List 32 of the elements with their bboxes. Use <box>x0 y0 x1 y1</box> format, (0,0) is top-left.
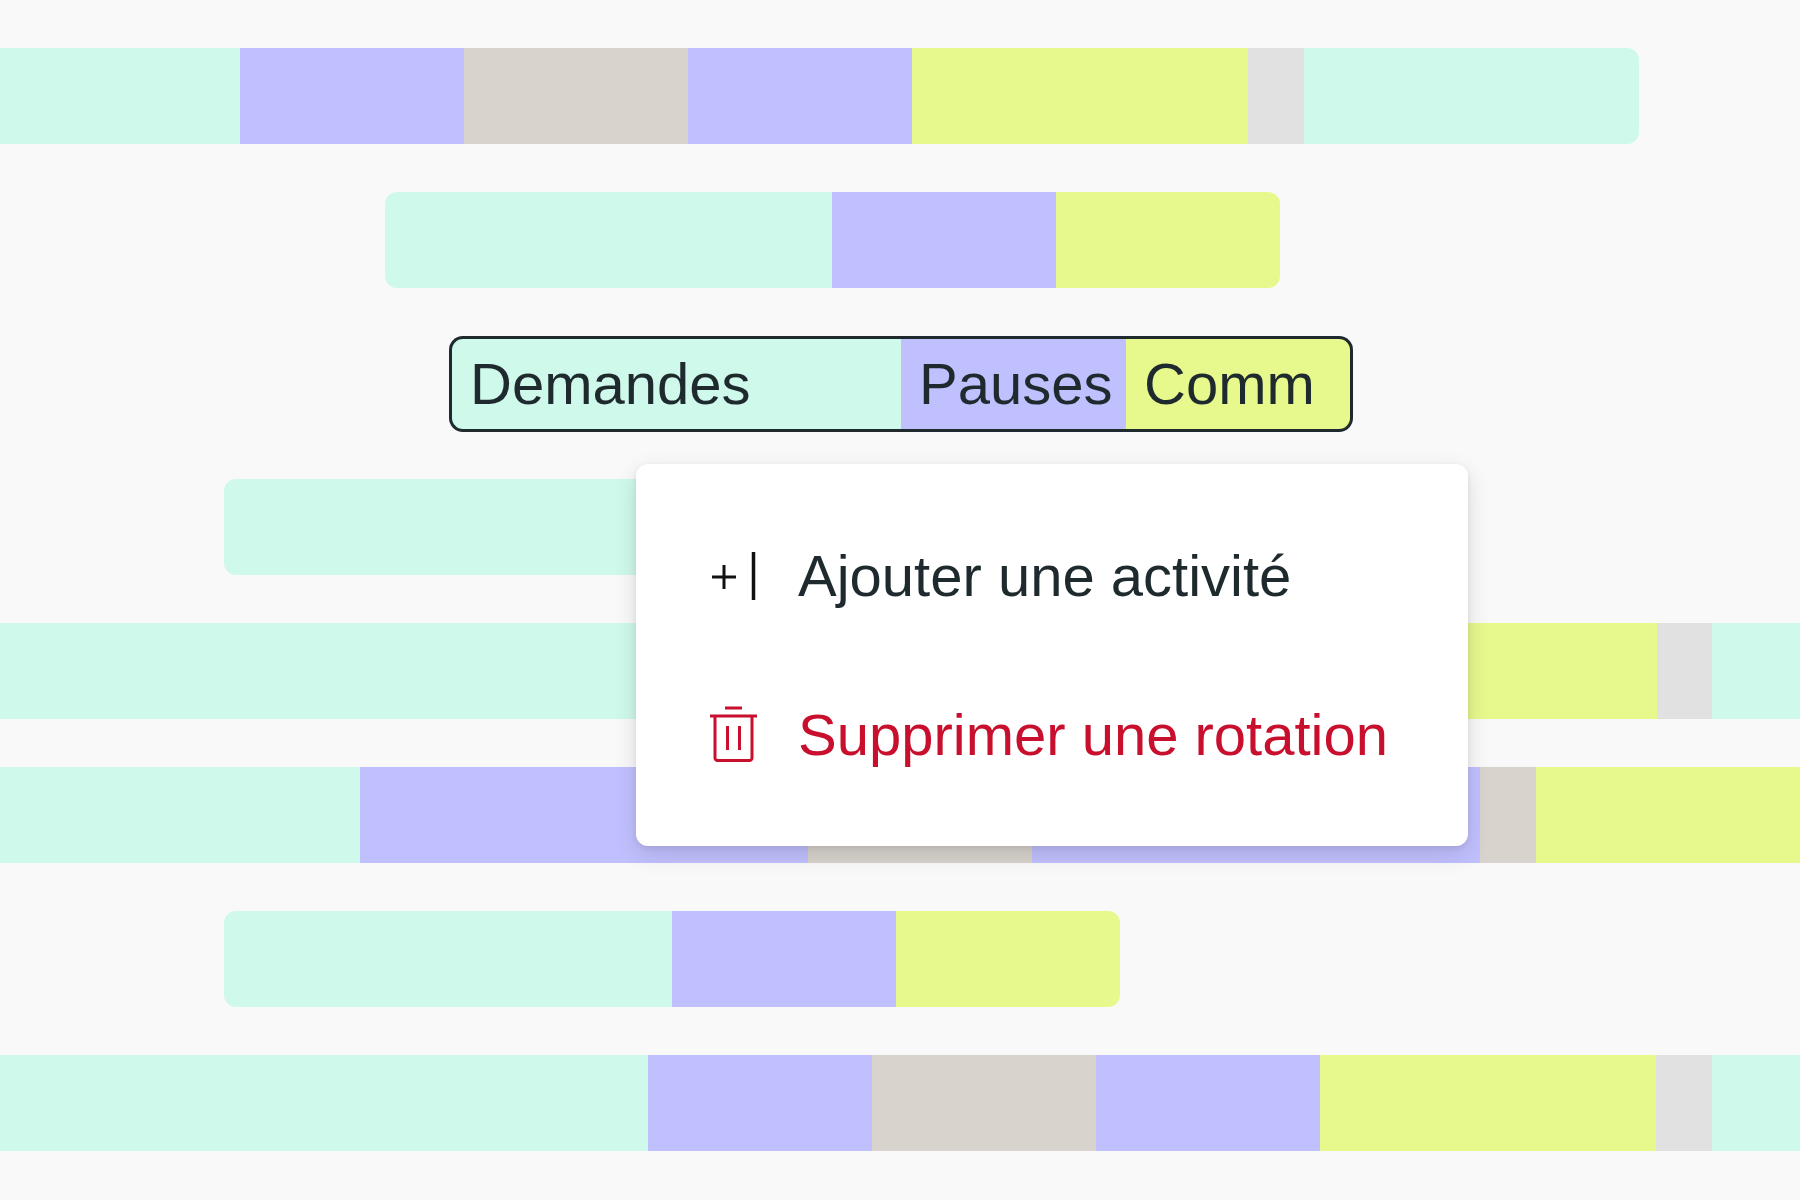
activity-segment[interactable] <box>240 48 464 144</box>
plus-bar-icon <box>710 551 757 600</box>
activity-segment[interactable] <box>1096 1054 1320 1151</box>
activity-segment[interactable] <box>385 191 832 288</box>
activity-segment[interactable] <box>1304 48 1639 144</box>
activity-segment[interactable] <box>1536 767 1800 863</box>
activity-segment[interactable] <box>896 910 1120 1007</box>
menu-item[interactable]: Supprimer une rotation <box>636 655 1468 814</box>
activity-segment[interactable] <box>912 48 1248 144</box>
activity-segment[interactable] <box>0 767 360 863</box>
activity-segment[interactable] <box>688 48 912 144</box>
activity-segment[interactable]: Demandes <box>449 335 901 432</box>
activity-segment[interactable] <box>1656 1054 1712 1151</box>
activity-segment[interactable] <box>0 48 240 144</box>
activity-segment[interactable] <box>1657 623 1712 720</box>
activity-segment[interactable] <box>0 1054 648 1151</box>
activity-segment[interactable] <box>1480 767 1536 863</box>
trash-icon <box>709 706 758 763</box>
activity-segment[interactable] <box>648 1054 872 1151</box>
activity-segment[interactable] <box>1712 623 1800 720</box>
activity-segment[interactable] <box>224 910 672 1007</box>
activity-segment[interactable] <box>672 910 896 1007</box>
activity-segment[interactable] <box>464 48 688 144</box>
activity-segment[interactable] <box>1712 1054 1800 1151</box>
activity-segment[interactable] <box>1320 1054 1656 1151</box>
activity-segment[interactable] <box>1248 48 1304 144</box>
activity-segment[interactable]: Pauses <box>901 335 1126 432</box>
menu-item[interactable]: Ajouter une activité <box>636 496 1468 655</box>
activity-segment[interactable] <box>832 191 1056 288</box>
activity-segment[interactable] <box>1056 191 1280 288</box>
activity-segment[interactable]: Comm <box>1126 335 1353 432</box>
activity-segment[interactable] <box>872 1054 1096 1151</box>
